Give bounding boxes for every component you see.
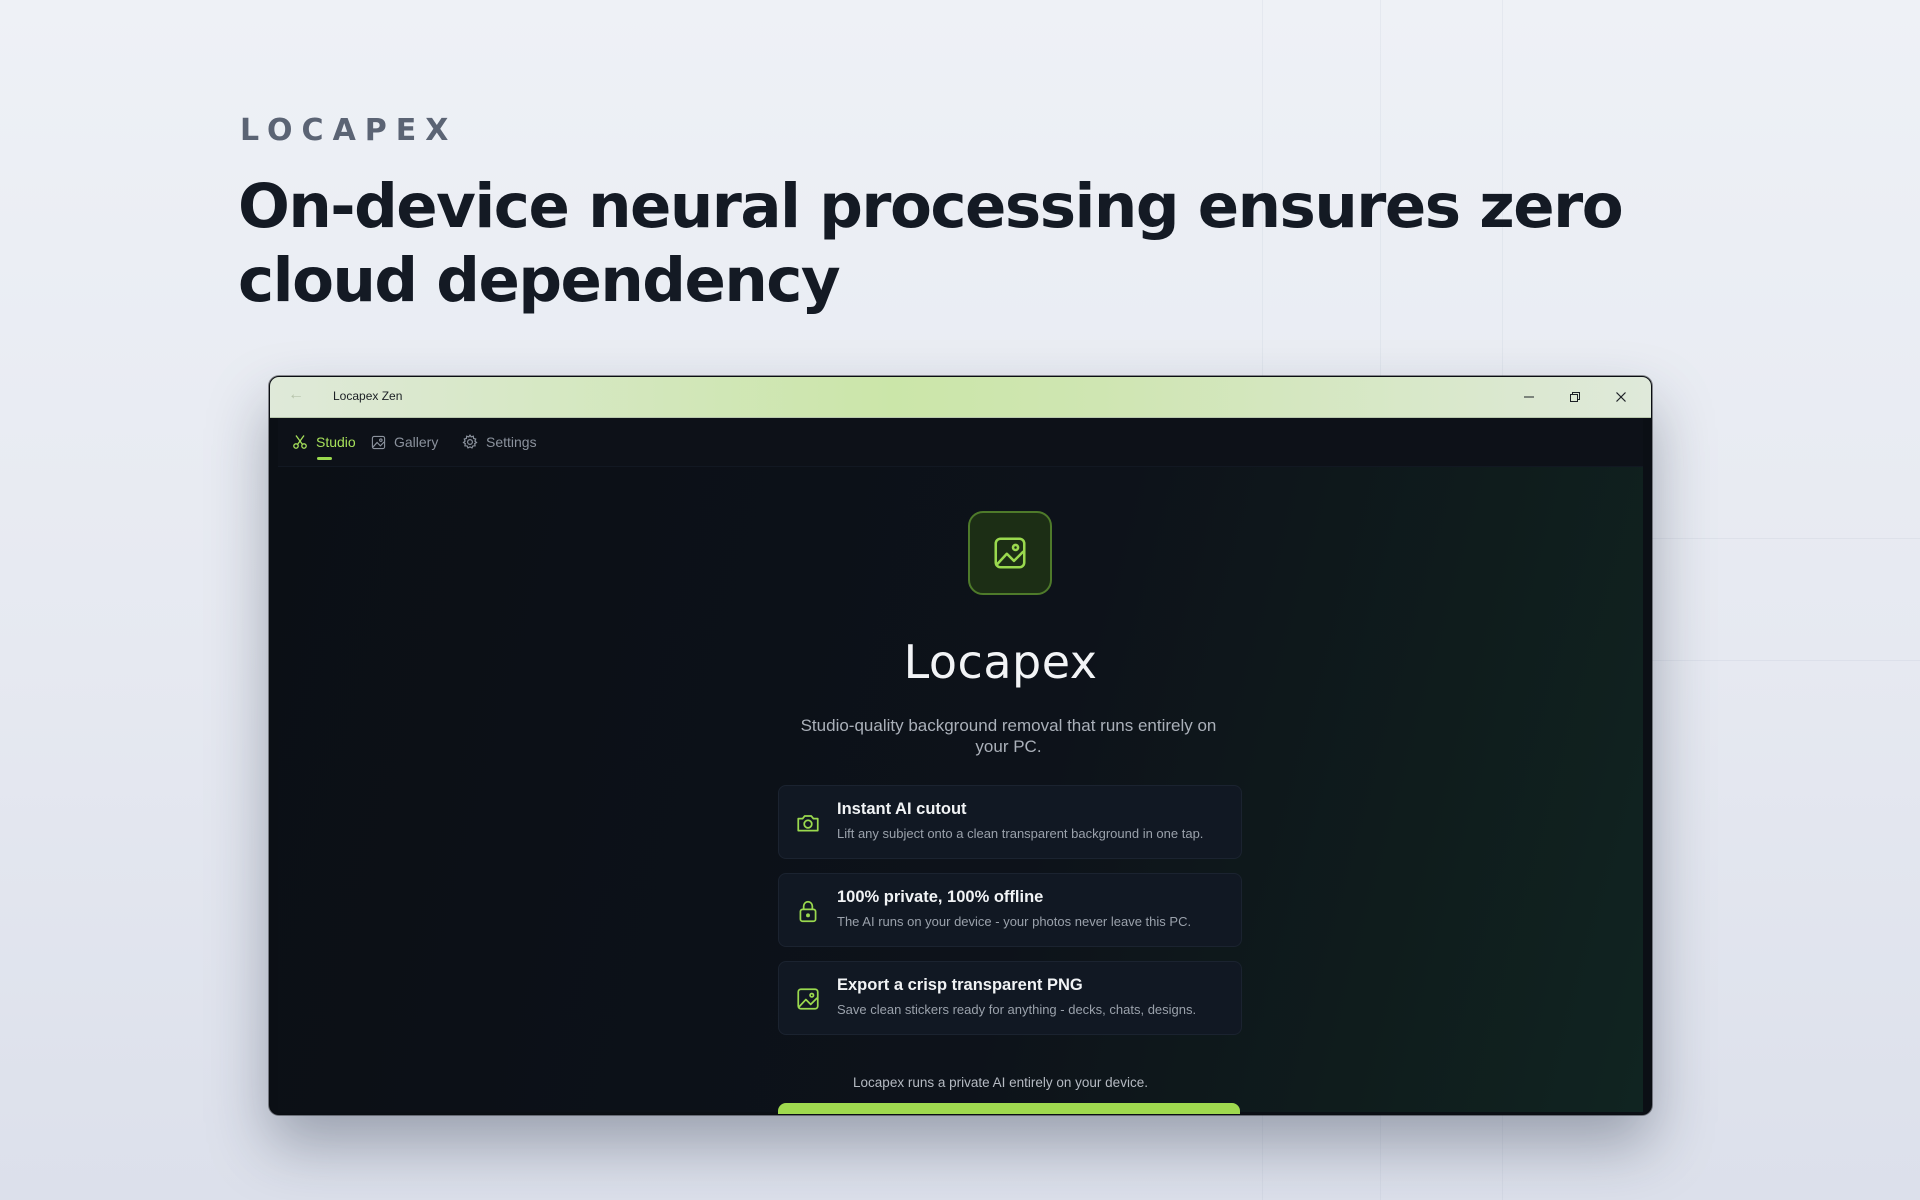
feature-card: Instant AI cutout Lift any subject onto …	[778, 785, 1242, 859]
window-title: Locapex Zen	[333, 389, 403, 403]
minimize-icon	[1524, 396, 1534, 398]
camera-icon	[797, 815, 819, 832]
studio-content: Locapex Studio-quality background remova…	[278, 467, 1643, 1114]
app-window: ← Locapex Zen Studio Gallery Settings Lo…	[269, 376, 1652, 1115]
lock-icon	[799, 900, 817, 923]
close-button[interactable]	[1598, 383, 1644, 411]
top-nav: Studio Gallery Settings	[278, 418, 1643, 467]
scissors-icon	[293, 435, 307, 449]
brand-wordmark: LOCAPEX	[240, 113, 458, 148]
restore-button[interactable]	[1552, 383, 1598, 411]
gear-icon	[462, 434, 478, 449]
feature-title: Export a crisp transparent PNG	[837, 976, 1083, 994]
privacy-footnote: Locapex runs a private AI entirely on yo…	[853, 1075, 1148, 1090]
app-name: Locapex	[903, 635, 1098, 689]
tab-studio[interactable]: Studio	[292, 432, 356, 460]
image-icon	[371, 435, 386, 449]
feature-description: The AI runs on your device - your photos…	[837, 914, 1192, 929]
app-tagline: Studio-quality background removal that r…	[800, 716, 1217, 756]
feature-title: 100% private, 100% offline	[837, 888, 1044, 906]
feature-card: 100% private, 100% offline The AI runs o…	[778, 873, 1242, 947]
tab-label: Gallery	[394, 434, 439, 450]
app-logo	[968, 511, 1052, 595]
image-icon	[994, 537, 1026, 569]
tab-gallery[interactable]: Gallery	[371, 432, 438, 452]
minimize-button[interactable]	[1506, 383, 1552, 411]
restore-icon	[1570, 392, 1580, 402]
feature-description: Save clean stickers ready for anything -…	[837, 1002, 1197, 1017]
image-icon	[797, 988, 819, 1010]
feature-title: Instant AI cutout	[837, 800, 967, 818]
page-headline: On-device neural processing ensures zero…	[238, 171, 1624, 316]
tab-label: Settings	[486, 434, 537, 450]
title-bar[interactable]: ← Locapex Zen	[270, 377, 1651, 418]
tab-label: Studio	[316, 434, 356, 450]
close-icon	[1616, 392, 1626, 402]
background-line	[1650, 538, 1920, 539]
primary-action-button[interactable]	[778, 1103, 1240, 1114]
back-arrow-icon[interactable]: ←	[288, 386, 304, 404]
background-line	[1650, 660, 1920, 661]
feature-card: Export a crisp transparent PNG Save clea…	[778, 961, 1242, 1035]
tab-settings[interactable]: Settings	[462, 432, 537, 452]
active-tab-indicator	[317, 457, 332, 460]
feature-description: Lift any subject onto a clean transparen…	[837, 826, 1204, 841]
